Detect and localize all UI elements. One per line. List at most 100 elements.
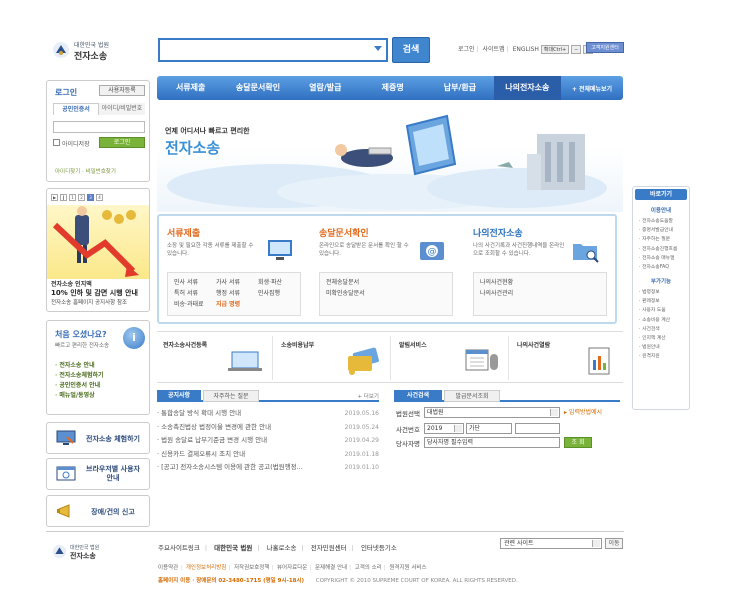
report-issue-button[interactable]: 장애/건의 신고 <box>46 495 150 527</box>
link-rehab[interactable]: 회생·파산 <box>258 277 300 288</box>
customer-center-button[interactable]: 고객지원센터 <box>586 42 624 53</box>
footer-menu-item[interactable]: 저작권보호정책 <box>234 565 269 571</box>
card-submit[interactable]: 서류제출 소장 및 필요한 각종 서류를 제출할 수 있습니다. 민사 서류 가사… <box>159 222 305 318</box>
footer-menu-item[interactable]: 문제해결 안내 <box>315 565 347 571</box>
card-delivery[interactable]: 송달문서확인 온라인으로 송달받은 문서를 확인 할 수 있습니다. @ 전체송… <box>311 222 457 318</box>
service-fee-payment[interactable]: 소송비용납부 <box>275 336 391 380</box>
save-id-checkbox[interactable] <box>53 139 60 146</box>
list-item[interactable]: 법원안내 <box>639 343 670 352</box>
nav-all-menu[interactable]: + 전체메뉴보기 <box>561 84 623 93</box>
tab-faq[interactable]: 자주하는 질문 <box>203 390 259 402</box>
footer-link[interactable]: 나홀로소송 <box>267 544 297 552</box>
case-type-input[interactable]: 가단 <box>466 423 512 434</box>
service-alerts[interactable]: 알림서비스 <box>393 336 509 380</box>
link-patent[interactable]: 특허 서류 <box>174 288 216 299</box>
list-item[interactable]: 법령정보 <box>639 288 670 297</box>
play-icon[interactable]: ▶ <box>51 194 58 201</box>
footer-link[interactable]: 대한민국 법원 <box>214 544 252 552</box>
link-execution[interactable]: 민사집행 <box>258 288 300 299</box>
list-item[interactable]: 사용자 도움 <box>639 306 670 315</box>
certificate-input[interactable] <box>53 121 145 133</box>
link-admin[interactable]: 행정 서류 <box>216 288 258 299</box>
chevron-down-icon[interactable] <box>592 540 600 547</box>
first-visit-item[interactable]: 공인인증서 안내 <box>55 381 104 391</box>
list-item[interactable]: 사건검색 <box>639 325 670 334</box>
link-unread-delivery[interactable]: 미확인송달문서 <box>326 288 446 299</box>
footer-menu-item[interactable]: 개인정보처리방침 <box>186 565 226 571</box>
go-button[interactable]: 이동 <box>605 538 623 549</box>
nav-item-delivery[interactable]: 송달문서확인 <box>224 76 291 100</box>
list-item[interactable]: 자주하는 질문 <box>639 235 677 244</box>
tab-case-search[interactable]: 사건검색 <box>394 390 442 402</box>
link-payment-order[interactable]: 지급 명령 <box>216 299 258 310</box>
english-link[interactable]: ENGLISH <box>513 46 539 53</box>
find-account-links[interactable]: 아이디찾기 · 비밀번호찾기 <box>55 167 116 175</box>
footer-menu-item[interactable]: 원격지원 서비스 <box>389 565 426 571</box>
chevron-down-icon[interactable] <box>454 425 462 432</box>
list-item[interactable]: 전자소송FAQ <box>639 263 677 272</box>
tab-id-password[interactable]: 아이디/비밀번호 <box>99 103 145 115</box>
chevron-down-icon[interactable] <box>550 409 558 416</box>
promo-page-1[interactable]: 1 <box>69 194 76 201</box>
footer-link[interactable]: 인터넷등기소 <box>361 544 397 552</box>
link-civil[interactable]: 민사 서류 <box>174 277 216 288</box>
service-case-view[interactable]: 나의사건열람 <box>511 336 627 380</box>
notice-more-link[interactable]: + 더보기 <box>357 392 379 400</box>
browser-guide-button[interactable]: 브라우저별 사용자안내 <box>46 458 150 490</box>
footer-menu-item[interactable]: 뷰어자료다운 <box>277 565 307 571</box>
tab-notice[interactable]: 공지사항 <box>157 390 201 402</box>
tab-issued-docs[interactable]: 발급문서조회 <box>444 390 500 402</box>
list-item[interactable]: · 신용카드 결제오류시 조치 안내 2019.01.18 <box>157 448 379 462</box>
chevron-down-icon[interactable] <box>374 46 382 51</box>
list-item[interactable]: 판례정보 <box>639 297 670 306</box>
link-case-status[interactable]: 나의사건현황 <box>480 277 600 288</box>
first-visit-item[interactable]: 매뉴얼/동영상 <box>55 391 104 401</box>
nav-item-submit[interactable]: 서류제출 <box>157 76 224 100</box>
trial-service-button[interactable]: 전자소송 체험하기 <box>46 422 150 454</box>
site-logo[interactable]: 대한민국 법원 전자소송 <box>52 38 122 68</box>
link-all-delivery[interactable]: 전체송달문서 <box>326 277 446 288</box>
case-serial-input[interactable] <box>515 423 560 434</box>
nav-item-my-case[interactable]: 나의전자소송 <box>493 76 561 100</box>
link-case-manage[interactable]: 나의사건관리 <box>480 288 600 299</box>
promo-page-4[interactable]: 4 <box>96 194 103 201</box>
first-visit-item[interactable]: 전자소송체험하기 <box>55 371 103 381</box>
court-select[interactable]: 대법원 <box>424 407 560 418</box>
search-input[interactable] <box>158 38 388 62</box>
footer-menu-item[interactable]: 고객의 소리 <box>355 565 382 571</box>
related-sites-select[interactable]: 관련 사이트 <box>500 538 602 549</box>
list-item[interactable]: 원격지원 <box>639 352 670 361</box>
sitemap-link[interactable]: 사이트맵 <box>483 46 505 53</box>
query-button[interactable]: 조 회 <box>564 437 592 448</box>
list-item[interactable]: 증명서발급안내 <box>639 226 677 235</box>
login-button[interactable]: 로그인 <box>99 137 145 148</box>
pause-icon[interactable]: ‖ <box>60 194 67 201</box>
promo-banner[interactable]: ▶ ‖ 1 2 3 4 전자소송 인지액 10% 인하 및 감면 시행 안내 전… <box>46 188 150 312</box>
input-guide-link[interactable]: ▸ 입력방법예시 <box>564 407 602 416</box>
list-item[interactable]: · 통합송달 방식 확대 시행 안내 2019.05.16 <box>157 407 379 421</box>
search-button[interactable]: 검색 <box>392 37 430 63</box>
card-title[interactable]: 서류제출 <box>167 226 200 239</box>
link-non-contentious[interactable]: 비송·과태료 <box>174 299 216 310</box>
promo-page-3[interactable]: 3 <box>87 194 94 201</box>
year-select[interactable]: 2019 <box>424 423 464 434</box>
tab-certificate[interactable]: 공인인증서 <box>53 103 99 115</box>
promo-page-2[interactable]: 2 <box>78 194 85 201</box>
footer-link[interactable]: 주요사이트링크 <box>158 544 200 552</box>
footer-link[interactable]: 전자민원센터 <box>311 544 347 552</box>
card-title[interactable]: 나의전자소송 <box>473 226 523 239</box>
list-item[interactable]: · 소송촉진법상 법정이율 변경에 관한 안내 2019.05.24 <box>157 421 379 435</box>
list-item[interactable]: 인지액 계산 <box>639 334 670 343</box>
list-item[interactable]: 전자소송도움말 <box>639 217 677 226</box>
card-title[interactable]: 송달문서확인 <box>319 226 369 239</box>
service-case-register[interactable]: 전자소송사건등록 <box>157 336 273 380</box>
list-item[interactable]: 소송비용 계산 <box>639 316 670 325</box>
list-item[interactable]: 전자소송진행흐름 <box>639 245 677 254</box>
login-link[interactable]: 로그인 <box>458 46 475 53</box>
font-size-button[interactable]: 확대Ctrl+ <box>540 45 570 54</box>
nav-item-view[interactable]: 열람/발급 <box>292 76 359 100</box>
list-item[interactable]: 전자소송 매뉴얼 <box>639 254 677 263</box>
card-my-case[interactable]: 나의전자소송 나의 사건기록과 사건진행내역을 온라인으로 조회할 수 있습니다… <box>465 222 611 318</box>
first-visit-item[interactable]: 전자소송 안내 <box>55 361 104 371</box>
footer-menu-item[interactable]: 이용약관 <box>158 565 178 571</box>
